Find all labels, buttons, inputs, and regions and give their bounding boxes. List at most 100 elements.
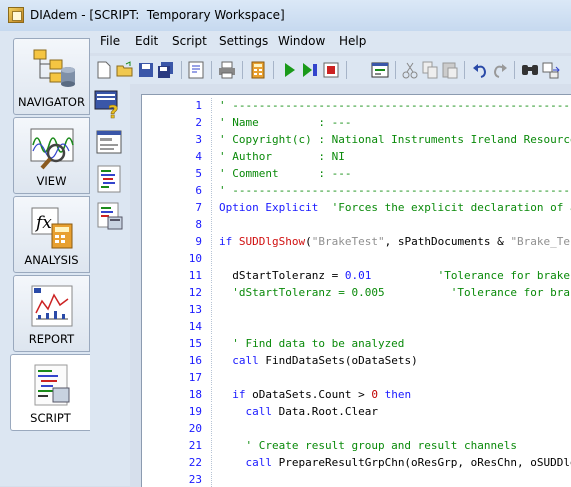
code-line[interactable]: 16 call FindDataSets(oDataSets) [142,352,571,369]
code-token: if [219,388,246,401]
nav-label-script: SCRIPT [30,411,71,425]
calculator-icon[interactable] [248,60,268,80]
new-icon[interactable] [94,60,114,80]
replace-icon[interactable] [541,60,561,80]
code-line[interactable]: 9 if SUDDlgShow("BrakeTest", sPathDocumen… [142,233,571,250]
code-line[interactable]: 22 call PrepareResultGrpChn(oResGrp, oRe… [142,454,571,471]
code-line[interactable]: 11 dStartToleranz = 0.01 'Tolerance for … [142,267,571,284]
print-icon[interactable] [217,60,237,80]
code-line[interactable]: 15 ' Find data to be analyzed [142,335,571,352]
code-line[interactable]: 3 ' Copyright(c) : National Instruments I… [142,131,571,148]
menu-help[interactable]: Help [339,34,366,48]
fold-guide [211,319,222,334]
nav-tab-view[interactable]: VIEW [13,117,90,194]
line-number: 23 [188,473,202,486]
open-icon[interactable] [115,60,135,80]
code-token: 0.01 [344,269,372,282]
code-token: PrepareResultGrpChn(oResGrp, oResChn, oS… [271,456,571,469]
line-number: 8 [195,218,202,231]
find-icon[interactable] [520,60,540,80]
code-token: ' Find data to be analyzed [219,337,405,350]
script-list-icon[interactable] [94,164,124,194]
code-line[interactable]: 4 ' Author : NI [142,148,571,165]
view-icon [30,128,74,170]
paste-icon[interactable] [440,60,460,80]
code-text: ' Author : NI [219,148,345,165]
menu-window[interactable]: Window [278,34,325,48]
nav-tab-report[interactable]: REPORT [13,275,90,352]
code-text: ' --------------------------------------… [219,97,571,114]
code-token: "Brake_Test.SUD" [510,235,571,248]
code-token: "BrakeTest" [311,235,385,248]
code-token: ' Comment : --- [219,167,352,180]
code-line[interactable]: 10 [142,250,571,267]
code-line[interactable]: 12 'dStartToleranz = 0.005 'Tolerance fo… [142,284,571,301]
script-side-toolbar: ? [90,84,130,486]
nav-tab-navigator[interactable]: NAVIGATOR [13,38,90,115]
code-line[interactable]: 14 [142,318,571,335]
nav-tab-analysis[interactable]: fx ANALYSIS [13,196,90,273]
line-number: 6 [195,184,202,197]
dialog-editor-icon[interactable] [370,60,390,80]
code-line[interactable]: 8 [142,216,571,233]
fold-guide [211,302,222,317]
run-step-icon[interactable] [300,60,320,80]
code-text: ' --------------------------------------… [219,182,571,199]
code-line[interactable]: 6 ' -------------------------------------… [142,182,571,199]
line-number: 12 [188,286,202,299]
code-text: ' Name : --- [219,114,351,131]
code-line[interactable]: 23 [142,471,571,487]
code-token: call [219,405,272,418]
code-text: call FindDataSets(oDataSets) [219,352,417,369]
script-editor[interactable]: 1 ' -------------------------------------… [141,94,571,487]
help-icon[interactable]: ? [94,89,124,119]
code-text: ' Find data to be analyzed [219,335,404,352]
code-line[interactable]: 19 call Data.Root.Clear [142,403,571,420]
redo-icon[interactable] [490,60,510,80]
code-line[interactable]: 21 ' Create result group and result chan… [142,437,571,454]
window-title: DIAdem - [SCRIPT: Temporary Workspace] [30,8,285,22]
code-token: Option Explicit [219,201,319,214]
code-token: ( [305,235,312,248]
script-settings-icon[interactable] [94,201,124,231]
code-token: ' Copyright(c) : National Instruments Ir… [219,133,571,146]
line-number: 4 [195,150,202,163]
toolbar-separator [395,61,396,79]
code-line[interactable]: 18 if oDataSets.Count > 0 then [142,386,571,403]
dialog-icon[interactable] [94,127,124,157]
copy-icon[interactable] [420,60,440,80]
code-line[interactable]: 17 [142,369,571,386]
code-line[interactable]: 5 ' Comment : --- [142,165,571,182]
menu-file[interactable]: File [100,34,120,48]
code-token: 'Tolerance for brake start [437,269,571,282]
toolbar [90,56,571,84]
code-token: 0 [371,388,378,401]
undo-icon[interactable] [470,60,490,80]
cut-icon[interactable] [400,60,420,80]
menu-settings[interactable]: Settings [219,34,268,48]
nav-label-report: REPORT [28,332,75,346]
code-line[interactable]: 20 [142,420,571,437]
toolbar-separator [181,61,182,79]
diadem-app-icon[interactable] [8,7,24,23]
save-icon[interactable] [136,60,156,80]
save-all-icon[interactable] [156,60,176,80]
properties-icon[interactable] [186,60,206,80]
menu-edit[interactable]: Edit [135,34,158,48]
fold-guide [211,251,222,266]
line-number: 1 [195,99,202,112]
nav-tab-script[interactable]: SCRIPT [10,354,90,431]
run-icon[interactable] [279,60,299,80]
nav-label-navigator: NAVIGATOR [18,95,85,109]
code-token: call [219,456,272,469]
code-line[interactable]: 7 Option Explicit 'Forces the explicit de… [142,199,571,216]
line-number: 5 [195,167,202,180]
code-token: if [219,235,239,248]
code-token: call [219,354,259,367]
svg-text:fx: fx [34,213,52,233]
code-line[interactable]: 13 [142,301,571,318]
code-line[interactable]: 2 ' Name : --- [142,114,571,131]
menu-script[interactable]: Script [172,34,207,48]
stop-icon[interactable] [321,60,341,80]
code-line[interactable]: 1 ' -------------------------------------… [142,97,571,114]
